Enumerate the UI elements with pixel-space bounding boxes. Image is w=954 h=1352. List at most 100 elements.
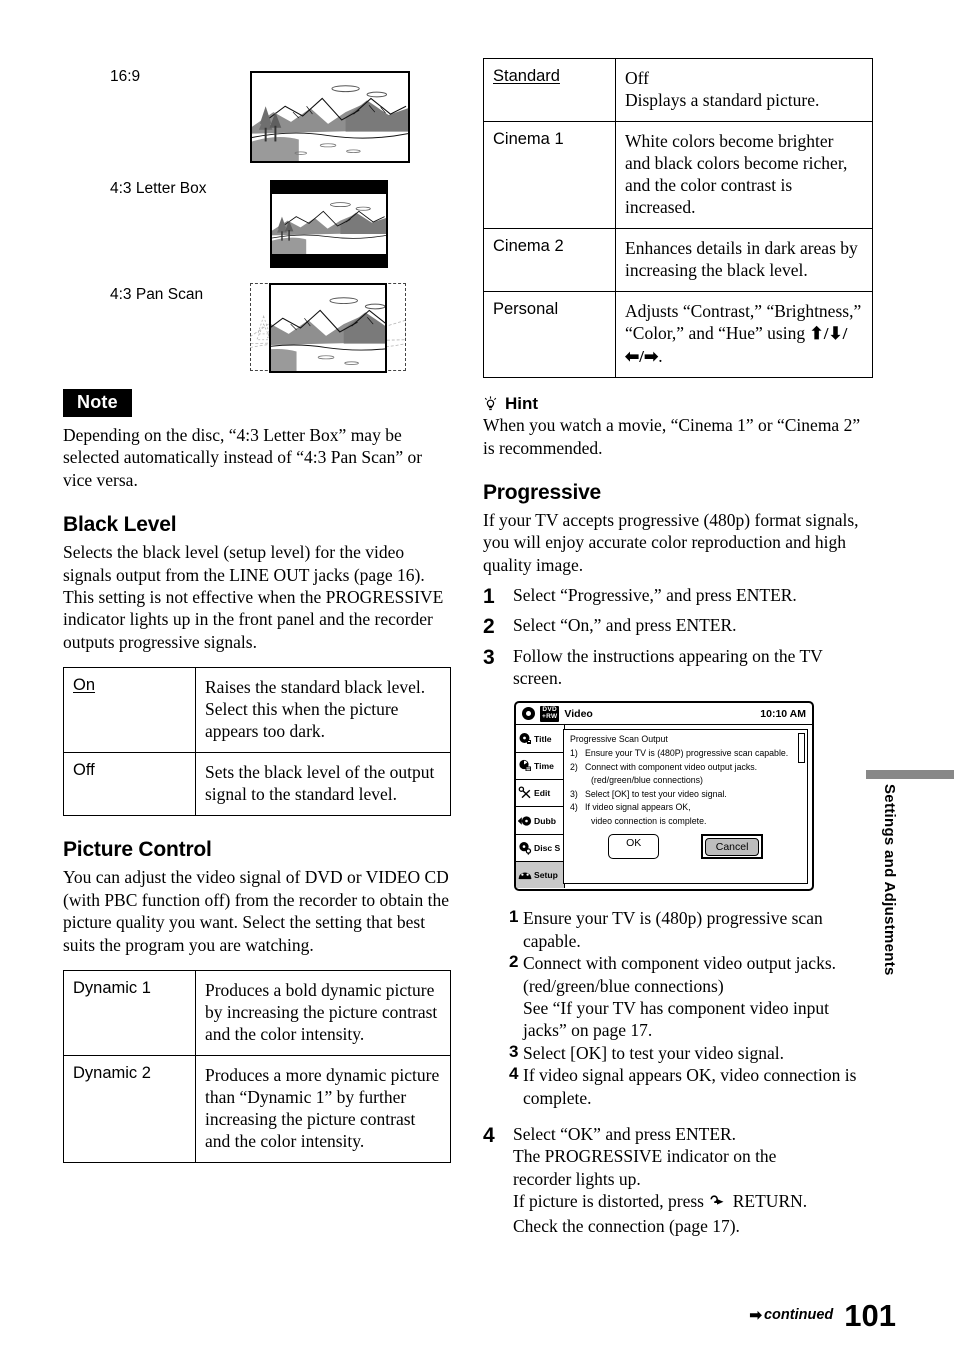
widescreen-image xyxy=(250,71,410,163)
scissors-icon xyxy=(518,786,532,800)
dialog-line-number: 4) xyxy=(570,802,578,813)
table-desc: Sets the black level of the output signa… xyxy=(195,752,451,817)
continued-text: continued xyxy=(763,1307,834,1323)
ok-button[interactable]: OK xyxy=(608,834,660,860)
substep-text: Connect with component video output jack… xyxy=(523,953,837,996)
table-row: Dynamic 2 Produces a more dynamic pictur… xyxy=(63,1055,451,1164)
disc-title-icon xyxy=(518,732,532,746)
dialog-line-text: If video signal appears OK, xyxy=(585,802,691,813)
dialog-line-text: Select [OK] to test your video signal. xyxy=(585,788,727,799)
dialog-line-number: 1) xyxy=(570,748,578,759)
table-row: On Raises the standard black level. Sele… xyxy=(63,667,451,754)
table-row: Personal Adjusts “Contrast,” “Brightness… xyxy=(483,291,873,379)
sidebar-item-title[interactable]: Title xyxy=(516,725,564,753)
hint-text: When you watch a movie, “Cinema 1” or “C… xyxy=(483,415,861,458)
sidebar-item-edit[interactable]: Edit xyxy=(516,780,564,808)
progressive-scan-dialog: Progressive Scan Output 1) Ensure your T… xyxy=(563,729,808,885)
record-dot-icon xyxy=(522,707,535,721)
substep-continuation: See “If your TV has component video inpu… xyxy=(523,998,830,1041)
picture-control-body: You can adjust the video signal of DVD o… xyxy=(63,867,450,955)
step-number: 2 xyxy=(483,615,495,639)
substep-number: 1 xyxy=(509,907,519,927)
dialog-line-text: (red/green/blue connections) xyxy=(591,775,703,786)
tv-title: Video xyxy=(564,707,593,720)
right-column: Standard Off Displays a standard picture… xyxy=(483,57,873,1237)
continued-label: ➡ continued xyxy=(749,1306,833,1330)
tv-clock: 10:10 AM xyxy=(760,707,806,720)
left-column: 16:9 4:3 Letter Box 4:3 Pan Scan Note De… xyxy=(63,58,451,1164)
disc-type-badge: DVD +RW xyxy=(540,706,560,722)
return-arrow-icon xyxy=(708,1192,728,1214)
cancel-button[interactable]: Cancel xyxy=(704,837,760,856)
sidebar-label: Time xyxy=(534,760,554,771)
progressive-heading: Progressive xyxy=(483,481,602,505)
table-term: Cinema 2 xyxy=(483,228,616,293)
table-row: Standard Off Displays a standard picture… xyxy=(483,57,873,123)
progressive-substeps: 1 Ensure your TV is (480p) progressive s… xyxy=(483,907,873,1109)
black-level-heading: Black Level xyxy=(63,513,177,537)
sidebar-label: Edit xyxy=(534,788,551,799)
progressive-body: If your TV accepts progressive (480p) fo… xyxy=(483,510,859,575)
tv-header-bar: DVD +RW Video 10:10 AM xyxy=(516,703,812,726)
note-block: Note Depending on the disc, “4:3 Letter … xyxy=(63,389,451,491)
aspect-illustrations: 16:9 4:3 Letter Box 4:3 Pan Scan xyxy=(63,58,451,383)
picture-control-heading: Picture Control xyxy=(63,838,212,862)
sidebar-item-timer[interactable]: Time xyxy=(516,753,564,781)
sidebar-label: Disc S xyxy=(534,842,561,853)
dialog-title: Progressive Scan Output xyxy=(570,734,668,745)
aspect-label-169: 16:9 xyxy=(110,68,141,85)
sidebar-label: Setup xyxy=(534,870,558,881)
tv-screen-mockup: DVD +RW Video 10:10 AM Title Time Edit D… xyxy=(514,701,814,892)
running-head-bar xyxy=(866,770,954,779)
step-number: 4 xyxy=(483,1123,495,1147)
table-desc: Produces a more dynamic picture than “Dy… xyxy=(195,1055,451,1164)
lightbulb-icon xyxy=(483,396,498,413)
step-text: Select “On,” and press ENTER. xyxy=(513,615,737,636)
table-term: Off xyxy=(63,752,196,817)
black-level-body: Selects the black level (setup level) fo… xyxy=(63,542,444,652)
table-desc: Off Displays a standard picture. xyxy=(615,57,873,123)
table-desc: Raises the standard black level. Select … xyxy=(195,667,451,754)
step-item-final: 4 Select “OK” and press ENTER. The PROGR… xyxy=(483,1123,873,1237)
running-head: Settings and Adjustments xyxy=(881,784,898,976)
step-text: Follow the instructions appearing on the… xyxy=(513,645,823,689)
substep-item: 2 Connect with component video output ja… xyxy=(509,952,873,997)
table-term: Dynamic 1 xyxy=(63,969,196,1057)
sidebar-item-disc-setting[interactable]: Disc S xyxy=(516,835,564,863)
timer-icon xyxy=(518,759,532,773)
step-item: 3 Follow the instructions appearing on t… xyxy=(483,645,873,690)
picture-control-table-left: Dynamic 1 Produces a bold dynamic pictur… xyxy=(63,969,451,1164)
step-item: 2 Select “On,” and press ENTER. xyxy=(483,614,873,640)
black-level-table: On Raises the standard black level. Sele… xyxy=(63,667,451,817)
table-desc: White colors become brighter and black c… xyxy=(615,121,873,230)
dialog-line: 4) If video signal appears OK, xyxy=(570,801,801,815)
table-term: Standard xyxy=(483,57,616,123)
aspect-label-letterbox: 4:3 Letter Box xyxy=(110,180,207,197)
cancel-button-focus-ring: Cancel xyxy=(701,834,763,860)
dialog-line-number: 2) xyxy=(570,761,578,772)
step-number: 1 xyxy=(483,585,495,609)
substep-text: Ensure your TV is (480p) progressive sca… xyxy=(523,908,823,951)
tv-sidebar: Title Time Edit Dubb Disc S Setup xyxy=(516,725,565,889)
sidebar-item-dubbing[interactable]: Dubb xyxy=(516,807,564,835)
dialog-scrollbar[interactable] xyxy=(798,733,805,764)
dialog-line-number: 3) xyxy=(570,788,578,799)
table-desc: Adjusts “Contrast,” “Brightness,” “Color… xyxy=(615,291,873,379)
dialog-line-text: video connection is complete. xyxy=(591,815,707,826)
progressive-steps: 1 Select “Progressive,” and press ENTER.… xyxy=(483,584,873,689)
substep-number: 2 xyxy=(509,952,519,972)
table-row: Off Sets the black level of the output s… xyxy=(63,752,451,817)
page-number: 101 xyxy=(844,1298,896,1334)
table-desc: Produces a bold dynamic picture by incre… xyxy=(195,969,451,1057)
table-row: Cinema 1 White colors become brighter an… xyxy=(483,121,873,230)
hint-label: Hint xyxy=(505,394,539,414)
step-text: Select “OK” and press ENTER. The PROGRES… xyxy=(513,1123,808,1236)
step-number: 3 xyxy=(483,645,495,669)
sidebar-item-setup[interactable]: Setup xyxy=(516,862,564,889)
step-text: Select “Progressive,” and press ENTER. xyxy=(513,585,797,606)
substep-text: Select [OK] to test your video signal. xyxy=(523,1042,784,1063)
dubbing-icon xyxy=(517,814,532,828)
hint-header: Hint xyxy=(483,394,873,414)
dialog-line-text: Ensure your TV is (480P) progressive sca… xyxy=(585,748,789,759)
substep-item: 4 If video signal appears OK, video conn… xyxy=(509,1064,873,1109)
